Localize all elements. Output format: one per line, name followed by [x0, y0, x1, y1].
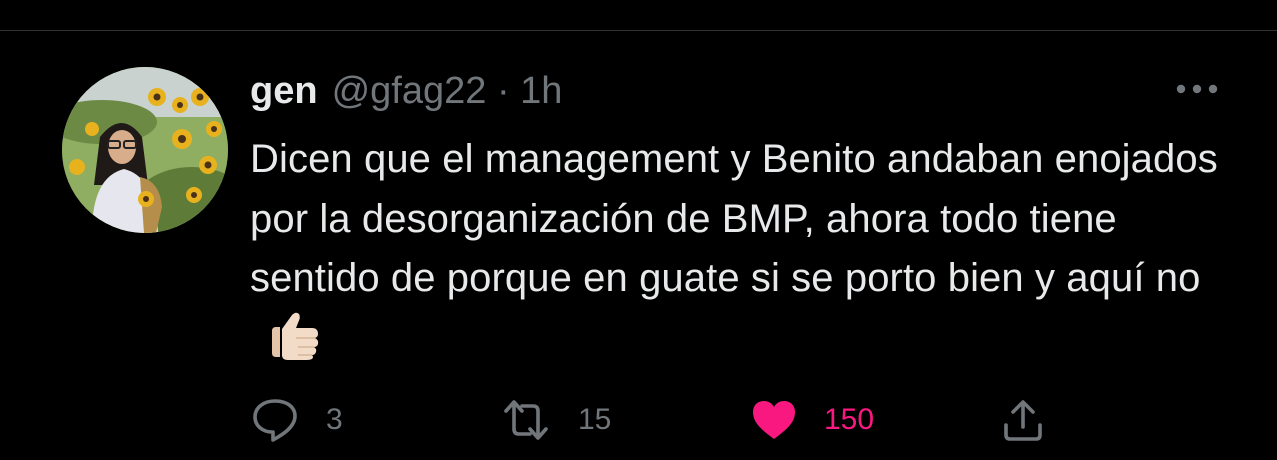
author-handle[interactable]: @gfag22 — [332, 66, 487, 116]
share-icon — [1004, 400, 1042, 441]
tweet-actions: 3 15 150 — [250, 390, 1070, 450]
top-divider — [0, 30, 1277, 31]
reply-button[interactable]: 3 — [250, 390, 343, 450]
tweet-timestamp[interactable]: 1h — [520, 66, 562, 116]
share-button[interactable] — [1000, 390, 1046, 450]
author-display-name[interactable]: gen — [250, 66, 318, 116]
like-count: 150 — [824, 403, 875, 436]
like-button[interactable]: 150 — [750, 390, 874, 450]
thumbs-up-emoji-icon — [262, 309, 324, 379]
tweet-body: Dicen que el management y Benito andaban… — [250, 137, 1218, 300]
avatar-photo — [62, 67, 228, 233]
tweet-header: gen @gfag22 · 1h — [250, 66, 562, 116]
retweet-count: 15 — [578, 403, 612, 436]
reply-icon — [253, 399, 297, 442]
reply-count: 3 — [326, 403, 343, 436]
retweet-icon — [504, 400, 548, 440]
meta-separator: · — [496, 70, 510, 112]
heart-filled-icon — [753, 401, 795, 439]
retweet-button[interactable]: 15 — [500, 390, 611, 450]
avatar[interactable] — [62, 67, 228, 233]
tweet-text: Dicen que el management y Benito andaban… — [250, 130, 1240, 378]
more-horizontal-icon — [1176, 84, 1218, 94]
more-options-button[interactable] — [1172, 74, 1222, 104]
